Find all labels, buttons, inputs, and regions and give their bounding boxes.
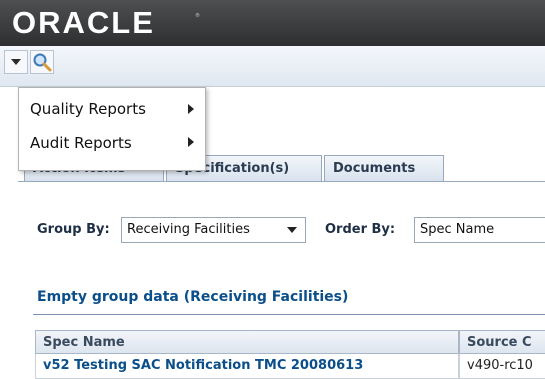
column-header-source[interactable]: Source C [459,330,545,354]
table-cell-spec-name-link[interactable]: v52 Testing SAC Notification TMC 2008061… [35,354,459,379]
tab-documents[interactable]: Documents [324,155,444,181]
oracle-logo: ORACLE [12,5,155,40]
group-by-select[interactable]: Receiving Facilities [121,217,306,243]
order-by-field[interactable]: Spec Name [414,217,545,243]
menu-item-label: Quality Reports [30,100,146,118]
menu-item-audit-reports[interactable]: Audit Reports [30,132,132,154]
submenu-arrow-icon [188,137,194,147]
toolbar [0,46,545,87]
search-button[interactable] [30,50,54,74]
order-by-label: Order By: [325,222,396,237]
menu-item-label: Audit Reports [30,134,132,152]
caret-down-icon [11,59,21,65]
group-divider [33,314,545,315]
order-by-value: Spec Name [420,222,495,237]
search-icon [33,53,52,72]
submenu-arrow-icon [188,104,194,114]
tab-bar-line [18,181,545,182]
table-cell-source: v490-rc10 [459,354,545,379]
group-by-label: Group By: [37,222,110,237]
menu-item-quality-reports[interactable]: Quality Reports [30,98,146,120]
column-header-spec-name[interactable]: Spec Name [35,330,459,354]
registered-mark: ® [195,13,200,19]
reports-menu: Quality Reports Audit Reports [18,87,206,171]
group-by-value: Receiving Facilities [127,222,250,237]
chevron-down-icon [287,227,297,233]
group-title: Empty group data (Receiving Facilities) [37,289,349,305]
menu-dropdown-button[interactable] [4,50,28,74]
